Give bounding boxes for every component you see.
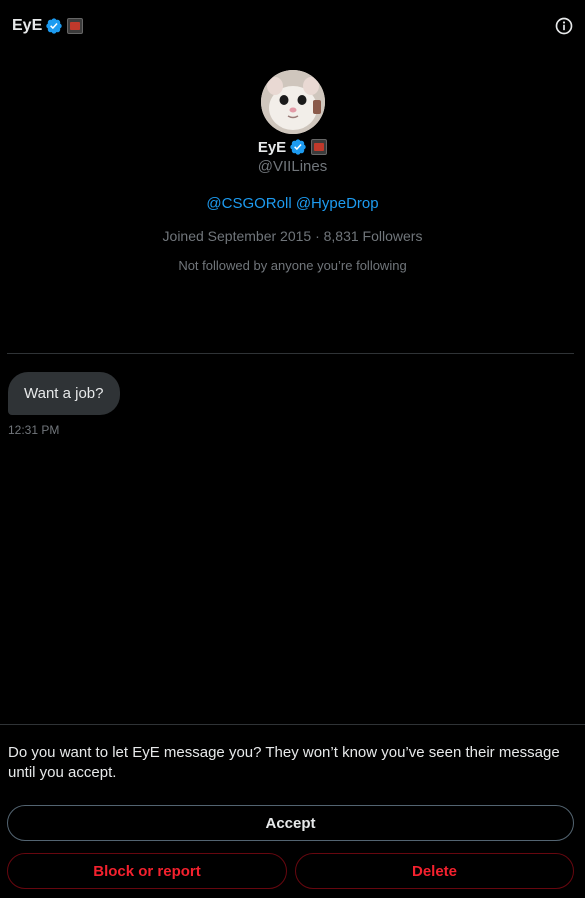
delete-button[interactable]: Delete — [295, 853, 574, 889]
profile-bio: @CSGORoll @HypeDrop — [206, 195, 378, 212]
accept-button[interactable]: Accept — [7, 805, 574, 841]
profile-summary: EyE @VIILines @CSGORoll @HypeDrop Joined… — [0, 70, 585, 273]
avatar[interactable] — [260, 70, 325, 134]
verified-badge-icon — [289, 138, 307, 156]
profile-name[interactable]: EyE — [258, 139, 286, 156]
profile-handle: @VIILines — [257, 158, 328, 175]
profile-name-row: EyE — [258, 138, 328, 156]
profile-meta: Joined September 2015 · 8,831 Followers — [162, 228, 423, 244]
followed-by-note: Not followed by anyone you’re following — [178, 258, 407, 273]
message-timestamp: 12:31 PM — [8, 423, 60, 437]
divider — [0, 724, 585, 725]
header-title: EyE — [12, 17, 43, 34]
bio-link-hypedrop[interactable]: @HypeDrop — [296, 195, 379, 212]
message-bubble[interactable]: Want a job? — [8, 372, 120, 415]
info-icon[interactable] — [553, 15, 575, 37]
conversation-header: EyE — [0, 0, 585, 52]
affiliate-badge-icon — [67, 18, 84, 34]
divider — [7, 353, 574, 354]
message-request-prompt: Do you want to let EyE message you? They… — [8, 744, 560, 781]
bio-link-csgoroll[interactable]: @CSGORoll — [206, 195, 291, 212]
block-or-report-button[interactable]: Block or report — [7, 853, 287, 889]
message-request-view: EyE EyE @VIILines @CSGORoll @HypeDrop Jo… — [0, 0, 585, 898]
affiliate-badge-icon — [311, 139, 328, 155]
verified-badge-icon — [45, 17, 63, 35]
